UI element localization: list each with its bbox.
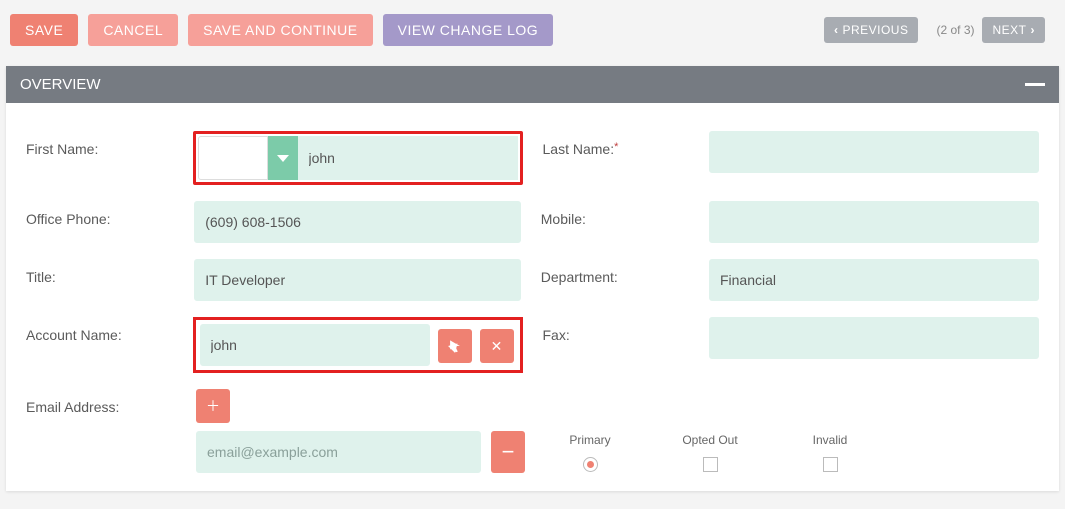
previous-button[interactable]: PREVIOUS [824,17,919,43]
opted-out-option: Opted Out [655,433,765,472]
account-name-group: ✕ [193,317,523,373]
next-button[interactable]: NEXT [982,17,1045,43]
account-name-input[interactable] [200,324,430,366]
mobile-label: Mobile: [541,201,709,227]
title-input[interactable] [194,259,521,301]
office-phone-label: Office Phone: [26,201,194,227]
save-and-continue-button[interactable]: SAVE AND CONTINUE [188,14,373,46]
primary-option: Primary [535,433,645,472]
fax-input[interactable] [709,317,1039,359]
first-name-input[interactable] [298,136,518,180]
email-input[interactable] [196,431,481,473]
title-label: Title: [26,259,194,285]
page-indicator: (2 of 3) [936,23,974,37]
view-change-log-button[interactable]: VIEW CHANGE LOG [383,14,554,46]
overview-panel: OVERVIEW First Name: Last Name: * [6,66,1059,491]
action-toolbar: SAVE CANCEL SAVE AND CONTINUE VIEW CHANG… [0,0,1065,66]
department-label: Department: [541,259,709,285]
opted-out-label: Opted Out [682,433,737,447]
primary-radio[interactable] [583,457,598,472]
email-label: Email Address: [26,389,196,415]
invalid-label: Invalid [813,433,848,447]
save-button[interactable]: SAVE [10,14,78,46]
panel-title: OVERVIEW [20,76,101,93]
add-email-icon[interactable]: ＋ [196,389,230,423]
fax-label: Fax: [543,317,710,343]
account-select-icon[interactable] [438,329,472,363]
pagination: PREVIOUS (2 of 3) NEXT [824,17,1055,43]
opted-out-checkbox[interactable] [703,457,718,472]
cancel-button[interactable]: CANCEL [88,14,178,46]
invalid-checkbox[interactable] [823,457,838,472]
remove-email-icon[interactable]: − [491,431,525,473]
salutation-field[interactable] [198,136,268,180]
panel-header: OVERVIEW [6,66,1059,103]
invalid-option: Invalid [775,433,885,472]
first-name-label: First Name: [26,131,193,157]
office-phone-input[interactable] [194,201,521,243]
required-asterisk: * [614,141,618,153]
mobile-input[interactable] [709,201,1039,243]
last-name-label-text: Last Name: [543,141,615,157]
last-name-label: Last Name: * [543,131,710,157]
account-clear-icon[interactable]: ✕ [480,329,514,363]
collapse-icon[interactable] [1025,83,1045,86]
first-name-group [193,131,523,185]
department-input[interactable] [709,259,1039,301]
account-name-label: Account Name: [26,317,193,343]
primary-label: Primary [569,433,610,447]
salutation-dropdown-icon[interactable] [268,136,298,180]
last-name-input[interactable] [709,131,1039,173]
